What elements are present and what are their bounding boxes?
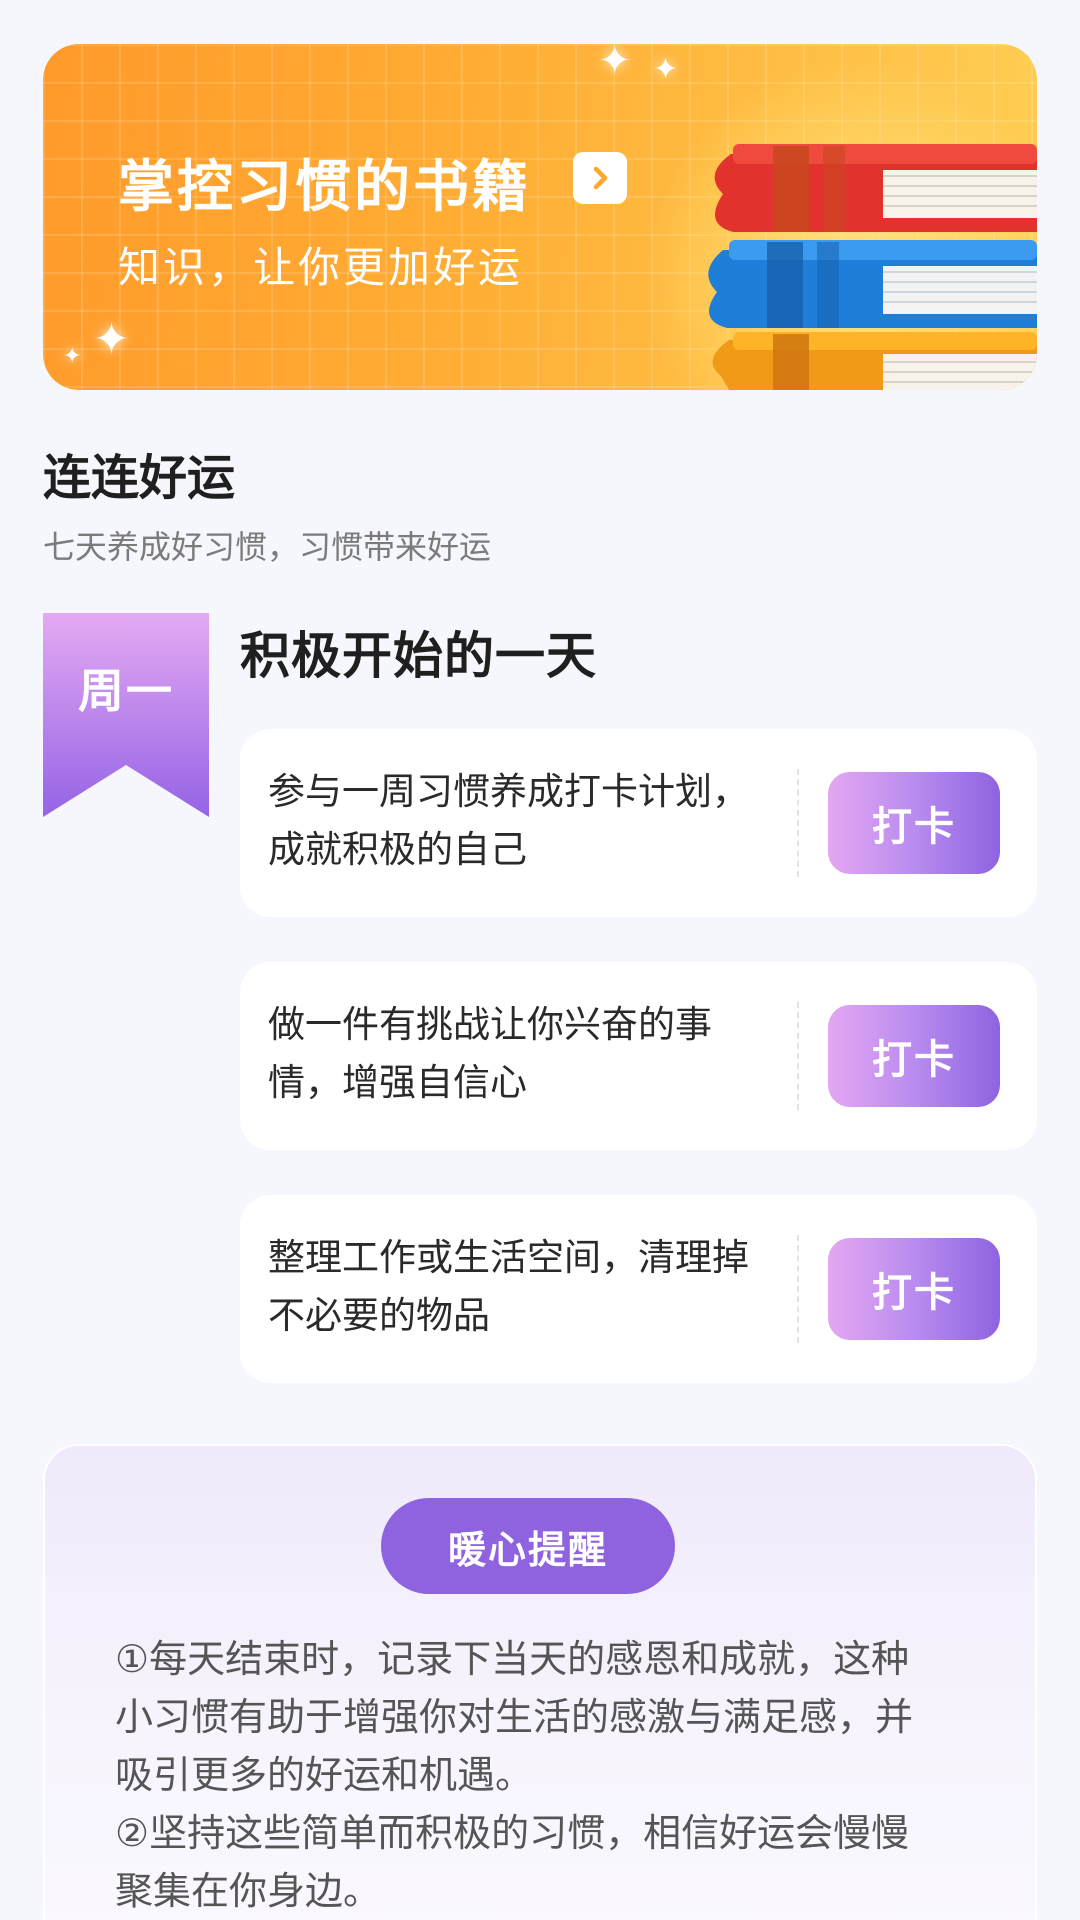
divider	[797, 1235, 799, 1343]
chevron-right-icon[interactable]	[573, 152, 627, 204]
divider	[797, 769, 799, 877]
task-text: 整理工作或生活空间，清理掉不必要的物品	[268, 1236, 749, 1337]
sparkle-icon: ✦	[598, 44, 632, 84]
sparkle-icon: ✦	[93, 314, 130, 365]
checkin-button[interactable]: 打卡	[828, 1005, 1000, 1107]
task-text: 参与一周习惯养成打卡计划，成就积极的自己	[268, 770, 749, 871]
sparkle-icon: ✦	[653, 52, 679, 87]
task-card: 做一件有挑战让你兴奋的事情，增强自信心 打卡	[240, 962, 1037, 1150]
checkin-button[interactable]: 打卡	[828, 772, 1000, 874]
tip-item: ②坚持这些简单而积极的习惯，相信好运会慢慢聚集在你身边。	[115, 1811, 910, 1913]
task-text: 做一件有挑战让你兴奋的事情，增强自信心	[268, 1003, 712, 1104]
task-card: 参与一周习惯养成打卡计划，成就积极的自己 打卡	[240, 729, 1037, 917]
banner-subtitle: 知识，让你更加好运	[118, 243, 524, 292]
divider	[797, 1002, 799, 1110]
tips-panel: 暖心提醒 ①每天结束时，记录下当天的感恩和成就，这种小习惯有助于增强你对生活的感…	[43, 1444, 1037, 1920]
day-title: 积极开始的一天	[240, 627, 597, 685]
tips-badge: 暖心提醒	[381, 1498, 675, 1594]
section-subtitle: 七天养成好习惯，习惯带来好运	[43, 528, 492, 566]
tips-body: ①每天结束时，记录下当天的感恩和成就，这种小习惯有助于增强你对生活的感激与满足感…	[115, 1630, 945, 1920]
checkin-button[interactable]: 打卡	[828, 1238, 1000, 1340]
tip-item: ①每天结束时，记录下当天的感恩和成就，这种小习惯有助于增强你对生活的感激与满足感…	[115, 1637, 914, 1797]
section-title: 连连好运	[43, 450, 236, 506]
stacked-books-icon	[708, 144, 1037, 390]
day-label: 周一	[78, 664, 174, 718]
page: ✦ ✦ ✦ ✦ 掌控习惯的书籍 知识，让你更加好运 连连好运 七天养成好习惯，习…	[0, 0, 1080, 1920]
sparkle-icon: ✦	[63, 344, 82, 369]
book-banner[interactable]: ✦ ✦ ✦ ✦ 掌控习惯的书籍 知识，让你更加好运	[43, 44, 1037, 390]
banner-title: 掌控习惯的书籍	[118, 155, 531, 220]
task-card: 整理工作或生活空间，清理掉不必要的物品 打卡	[240, 1195, 1037, 1383]
